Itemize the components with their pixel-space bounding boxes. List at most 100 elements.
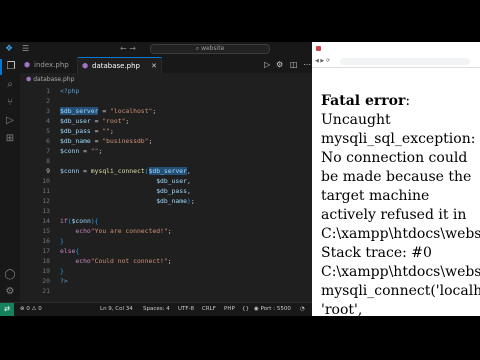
code-text: $db_server = "localhost";	[60, 107, 157, 115]
breadcrumb[interactable]: ⬢ database.php	[26, 75, 74, 85]
title-bar: ❖ ☰ ← → ⌕ website	[0, 42, 312, 57]
error-line: Stack trace: #0	[321, 245, 432, 261]
account-icon[interactable]: ◯	[0, 267, 20, 283]
close-icon[interactable]: ✕	[151, 58, 157, 74]
code-text: $conn = "";	[60, 147, 103, 155]
code-line[interactable]: 8	[20, 156, 312, 166]
search-view-icon[interactable]: ⌕	[0, 77, 20, 93]
vscode-logo-icon: ❖	[5, 44, 14, 54]
php-file-icon: ⬢	[82, 62, 89, 70]
error-count: 0	[26, 306, 30, 312]
problems-indicator[interactable]: ⊗ 0 ⚠ 0	[20, 303, 42, 316]
split-editor-icon[interactable]: ◫	[290, 57, 298, 73]
nav-arrows-icon[interactable]: ← →	[120, 44, 136, 54]
search-text: website	[201, 45, 225, 52]
status-bar: ⇄ ⊗ 0 ⚠ 0 Ln 9, Col 34 Spaces: 4 UTF-8 C…	[0, 302, 312, 316]
run-icon[interactable]: ▷	[264, 57, 270, 73]
activity-bar: ❐ ⌕ ⑂ ▷ ⊞ ◯ ⚙	[0, 57, 20, 302]
code-text: echo"You are connected!";	[75, 227, 172, 235]
line-number: 17	[42, 247, 50, 255]
screen: ❖ ☰ ← → ⌕ website ❐ ⌕ ⑂ ▷ ⊞ ◯ ⚙ ⬢ index.p…	[0, 42, 480, 316]
run-debug-icon[interactable]: ▷	[0, 113, 20, 129]
code-line[interactable]: 15 echo"You are connected!";	[20, 226, 312, 236]
code-line[interactable]: 11 $db_pass,	[20, 186, 312, 196]
line-number: 15	[42, 227, 50, 235]
language-mode[interactable]: PHP	[224, 303, 235, 316]
error-line: No connection could	[321, 150, 468, 166]
code-line[interactable]: 17 else{	[20, 246, 312, 256]
tab-database-php[interactable]: ⬢ database.php ✕	[78, 57, 162, 73]
code-text: $conn = mysqli_connect($db_server,	[60, 167, 191, 175]
code-line[interactable]: 4 $db_user = "root";	[20, 116, 312, 126]
line-number: 21	[42, 287, 50, 295]
code-line[interactable]: 21	[20, 286, 312, 296]
extensions-icon[interactable]: ⊞	[0, 131, 20, 147]
favicon-icon	[316, 46, 321, 51]
code-line[interactable]: 2	[20, 96, 312, 106]
code-line[interactable]: 9 $conn = mysqli_connect($db_server,	[20, 166, 312, 176]
live-server-port[interactable]: ◉ Port : 5500	[254, 303, 291, 316]
code-line[interactable]: 18 echo"Could not connect!";	[20, 256, 312, 266]
browser-toolbar: ◀ ▶ ⟳	[312, 56, 480, 68]
code-text: }	[60, 237, 64, 245]
error-icon: ⊗	[20, 306, 25, 312]
more-actions-icon[interactable]: ⋯	[303, 57, 311, 73]
code-text: echo"Could not connect!";	[75, 257, 172, 265]
php-error-message: Fatal error: Uncaught mysqli_sql_exception…	[321, 92, 480, 316]
error-line: Uncaught	[321, 112, 391, 128]
code-text: $db_name = "businessdb";	[60, 137, 153, 145]
breadcrumb-file: database.php	[33, 76, 75, 83]
source-control-icon[interactable]: ⑂	[0, 95, 20, 111]
menu-icon[interactable]: ☰	[22, 44, 29, 54]
code-line[interactable]: 1 <?php	[20, 86, 312, 96]
code-line[interactable]: 6 $db_name = "businessdb";	[20, 136, 312, 146]
broadcast-icon: ◉	[254, 306, 259, 312]
settings-gear-icon[interactable]: ⚙	[0, 284, 20, 300]
cursor-position[interactable]: Ln 9, Col 34	[100, 303, 133, 316]
code-text: $db_name);	[156, 197, 195, 205]
code-text: else{	[60, 247, 80, 255]
remote-icon[interactable]: ⇄	[0, 303, 14, 316]
browser-tab[interactable]	[316, 45, 406, 54]
line-number: 9	[46, 167, 50, 175]
tab-label: database.php	[92, 62, 141, 70]
code-text: $db_user,	[156, 177, 191, 185]
explorer-icon[interactable]: ❐	[0, 59, 20, 75]
line-ending[interactable]: CRLF	[202, 303, 216, 316]
browser-tab-strip	[312, 42, 480, 56]
browser-window: ◀ ▶ ⟳ Fatal error: Uncaught mysqli_sql_exc…	[312, 42, 480, 316]
code-text: }	[60, 267, 64, 275]
address-bar[interactable]	[340, 58, 470, 65]
code-text: $db_pass,	[156, 187, 191, 195]
code-line[interactable]: 20 ?>	[20, 276, 312, 286]
tab-index-php[interactable]: ⬢ index.php	[20, 57, 78, 73]
code-line[interactable]: 5 $db_pass = "";	[20, 126, 312, 136]
notifications-icon[interactable]: ◔	[300, 303, 305, 316]
line-number: 4	[46, 117, 50, 125]
code-line[interactable]: 10 $db_user,	[20, 176, 312, 186]
command-center-search[interactable]: ⌕ website	[150, 44, 270, 54]
line-number: 2	[46, 97, 50, 105]
code-line[interactable]: 14 if($conn){	[20, 216, 312, 226]
encoding[interactable]: UTF-8	[178, 303, 194, 316]
line-number: 18	[42, 257, 50, 265]
warning-count: 0	[38, 306, 42, 312]
browser-nav-icons[interactable]: ◀ ▶ ⟳	[315, 56, 330, 67]
debug-icon[interactable]: ⚙	[276, 57, 283, 73]
code-editor[interactable]: 1 <?php 2 3 $db_server = "localhost"; 4 $db_us…	[20, 86, 312, 302]
error-line: mysqli_connect('localho	[321, 283, 480, 299]
error-line: Fatal error:	[321, 93, 411, 109]
line-number: 8	[46, 157, 50, 165]
code-line[interactable]: 16}	[20, 236, 312, 246]
error-line: 'root',	[321, 302, 363, 316]
line-number: 20	[42, 277, 50, 285]
code-line[interactable]: 12 $db_name);	[20, 196, 312, 206]
line-number: 7	[46, 147, 50, 155]
code-text: $db_pass = "";	[60, 127, 114, 135]
code-line[interactable]: 7 $conn = "";	[20, 146, 312, 156]
code-line[interactable]: 3 $db_server = "localhost";	[20, 106, 312, 116]
code-line[interactable]: 19}	[20, 266, 312, 276]
code-line[interactable]: 13	[20, 206, 312, 216]
error-line: target machine	[321, 188, 430, 204]
indentation[interactable]: Spaces: 4	[143, 303, 170, 316]
